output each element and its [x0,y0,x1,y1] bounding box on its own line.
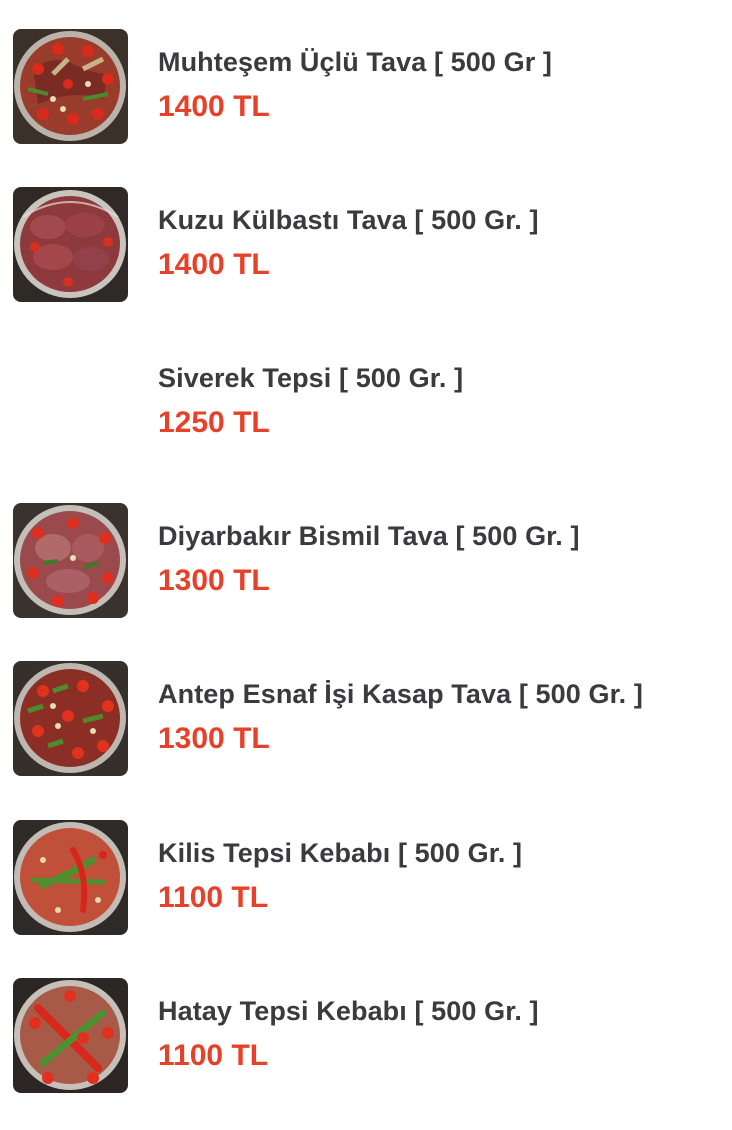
item-name: Kilis Tepsi Kebabı [ 500 Gr. ] [158,838,523,868]
menu-item-hatay-tepsi-kebabi[interactable]: Hatay Tepsi Kebabı [ 500 Gr. ] 1100 TL [0,978,732,1096]
item-name: Kuzu Külbastı Tava [ 500 Gr. ] [158,205,539,235]
food-photo-hatay-tepsi-kebabi [13,978,128,1093]
item-price: 1400 TL [158,90,270,123]
item-name: Muhteşem Üçlü Tava [ 500 Gr ] [158,47,553,77]
menu-item-muhtesem-uclu-tava[interactable]: Muhteşem Üçlü Tava [ 500 Gr ] 1400 TL [0,29,732,147]
menu-item-diyarbakir-bismil-tava[interactable]: Diyarbakır Bismil Tava [ 500 Gr. ] 1300 … [0,503,732,621]
food-photo-diyarbakir-bismil-tava [13,503,128,618]
item-price: 1300 TL [158,722,270,755]
item-name: Hatay Tepsi Kebabı [ 500 Gr. ] [158,996,539,1026]
menu-item-antep-esnaf-isi-kasap-tava[interactable]: Antep Esnaf İşi Kasap Tava [ 500 Gr. ] 1… [0,661,732,779]
food-photo-antep-esnaf-isi-kasap-tava [13,661,128,776]
food-photo-muhtesem-uclu-tava [13,29,128,144]
item-price: 1300 TL [158,564,270,597]
item-name: Siverek Tepsi [ 500 Gr. ] [158,363,464,393]
food-photo-kilis-tepsi-kebabi [13,820,128,935]
item-price: 1400 TL [158,248,270,281]
item-price: 1100 TL [158,881,269,914]
menu-list: Muhteşem Üçlü Tava [ 500 Gr ] 1400 TL Ku… [0,0,732,1130]
food-photo-kuzu-kulbasti-tava [13,187,128,302]
item-name: Antep Esnaf İşi Kasap Tava [ 500 Gr. ] [158,679,643,709]
item-price: 1100 TL [158,1039,269,1072]
item-price: 1250 TL [158,406,270,439]
menu-item-kilis-tepsi-kebabi[interactable]: Kilis Tepsi Kebabı [ 500 Gr. ] 1100 TL [0,820,732,938]
item-name: Diyarbakır Bismil Tava [ 500 Gr. ] [158,521,580,551]
menu-item-kuzu-kulbasti-tava[interactable]: Kuzu Külbastı Tava [ 500 Gr. ] 1400 TL [0,187,732,305]
menu-item-siverek-tepsi[interactable]: Siverek Tepsi [ 500 Gr. ] 1250 TL [0,345,732,463]
